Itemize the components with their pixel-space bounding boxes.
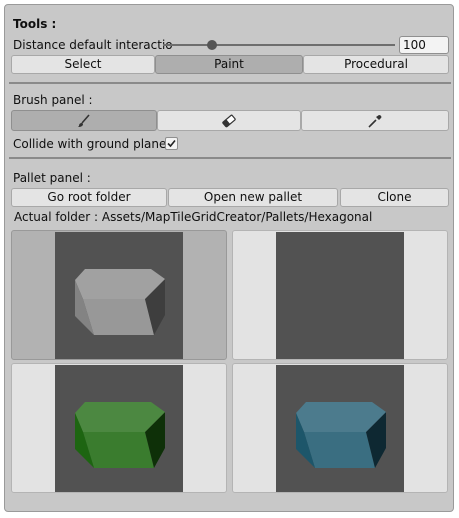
- mode-paint-button[interactable]: Paint: [155, 55, 303, 74]
- eyedropper-icon: [367, 115, 383, 132]
- eyedropper-tool-button[interactable]: [301, 110, 449, 131]
- pallet-panel-heading: Pallet panel :: [13, 171, 91, 185]
- pallet-tile[interactable]: [11, 230, 227, 360]
- collide-label: Collide with ground plane :: [13, 137, 175, 151]
- section-divider: [9, 157, 451, 159]
- tile-preview: [55, 365, 183, 492]
- eraser-tool-button[interactable]: [157, 110, 301, 131]
- tile-preview: [55, 232, 183, 359]
- tile-preview: [276, 365, 404, 492]
- distance-slider[interactable]: [163, 38, 395, 52]
- checkmark-icon: [167, 139, 176, 148]
- eraser-icon: [221, 114, 237, 132]
- map-tile-grid-creator-panel: Tools : Distance default interactio 100 …: [4, 4, 454, 512]
- go-root-folder-button[interactable]: Go root folder: [11, 188, 167, 207]
- mode-select-button[interactable]: Select: [11, 55, 155, 74]
- distance-number-field[interactable]: 100: [399, 36, 449, 54]
- pallet-tile[interactable]: [232, 230, 448, 360]
- actual-folder-path: Actual folder : Assets/MapTileGridCreato…: [14, 210, 373, 224]
- clone-button[interactable]: Clone: [340, 188, 449, 207]
- tools-heading: Tools :: [13, 17, 57, 31]
- tile-preview: [276, 232, 404, 359]
- collide-checkbox[interactable]: [165, 137, 178, 150]
- section-divider: [9, 82, 451, 84]
- pallet-tile[interactable]: [232, 363, 448, 493]
- hexagon-prism-icon: [296, 402, 386, 468]
- open-new-pallet-button[interactable]: Open new pallet: [168, 188, 338, 207]
- mode-procedural-button[interactable]: Procedural: [303, 55, 449, 74]
- hexagon-prism-icon: [75, 269, 165, 335]
- distance-label: Distance default interactio: [13, 38, 173, 52]
- brush-icon: [76, 114, 92, 132]
- brush-panel-heading: Brush panel :: [13, 93, 93, 107]
- slider-track[interactable]: [163, 44, 395, 46]
- pallet-tile[interactable]: [11, 363, 227, 493]
- slider-thumb[interactable]: [207, 40, 217, 50]
- hexagon-prism-icon: [75, 402, 165, 468]
- brush-tool-button[interactable]: [11, 110, 157, 131]
